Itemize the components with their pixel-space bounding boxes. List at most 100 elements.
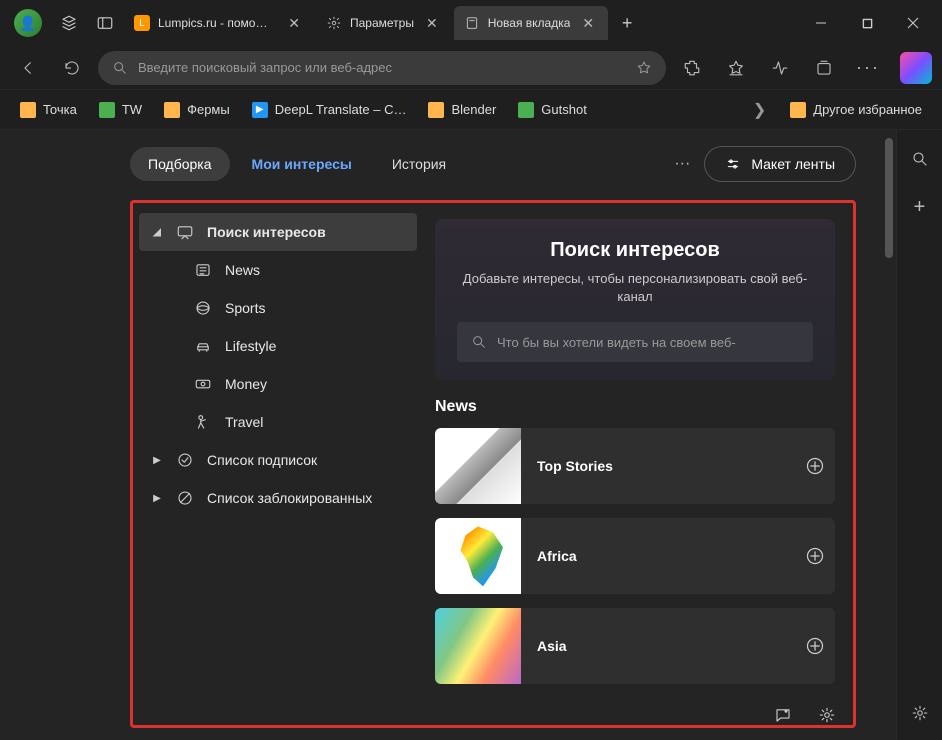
bookmark-deepl[interactable]: ▶DeepL Translate – C…: [244, 97, 415, 123]
card-title: Top Stories: [521, 458, 795, 474]
sidebar-item-travel[interactable]: Travel: [139, 403, 417, 441]
split-tabs-icon[interactable]: [88, 6, 122, 40]
pill-podborka[interactable]: Подборка: [130, 147, 230, 181]
chevron-right-icon: ▶: [151, 455, 163, 466]
tab-settings[interactable]: Параметры ✕: [316, 6, 452, 40]
sidebar-item-blocked[interactable]: ▶ Список заблокированных: [139, 479, 417, 517]
tab-newtab[interactable]: Новая вкладка ✕: [454, 6, 608, 40]
section-title-news: News: [435, 398, 835, 416]
scrollbar[interactable]: [882, 130, 896, 740]
rail-settings-button[interactable]: [905, 698, 935, 728]
sidebar-item-news[interactable]: News: [139, 251, 417, 289]
bookmark-fermy[interactable]: Фермы: [156, 97, 238, 123]
tab-lumpics[interactable]: L Lumpics.ru - помощь с ✕: [124, 6, 314, 40]
feed-layout-button[interactable]: Макет ленты: [704, 146, 856, 182]
bookmark-tw[interactable]: TW: [91, 97, 150, 123]
close-window-button[interactable]: [890, 6, 936, 40]
card-title: Asia: [521, 638, 795, 654]
titlebar: 👤 L Lumpics.ru - помощь с ✕ Параметры ✕ …: [0, 0, 942, 46]
sidebar-item-money[interactable]: Money: [139, 365, 417, 403]
bookmark-gutshot[interactable]: Gutshot: [510, 97, 595, 123]
bookmark-blender[interactable]: Blender: [420, 97, 504, 123]
minimize-button[interactable]: [798, 6, 844, 40]
interest-card-top-stories[interactable]: Top Stories: [435, 428, 835, 504]
copilot-button[interactable]: [900, 52, 932, 84]
pill-interests[interactable]: Мои интересы: [234, 147, 370, 181]
refresh-button[interactable]: [54, 50, 90, 86]
sidebar-item-label: News: [225, 262, 260, 278]
interest-card-africa[interactable]: Africa: [435, 518, 835, 594]
folder-icon: [164, 102, 180, 118]
news-icon: [193, 260, 213, 280]
folder-icon: [428, 102, 444, 118]
chat-bubble-button[interactable]: [768, 700, 798, 730]
browser-sidebar: +: [896, 130, 942, 740]
performance-button[interactable]: [762, 50, 798, 86]
favicon-page-icon: [464, 15, 480, 31]
favorites-button[interactable]: [718, 50, 754, 86]
tab-label: Lumpics.ru - помощь с: [158, 16, 276, 30]
menu-button[interactable]: ···: [850, 50, 886, 86]
deepl-icon: ▶: [252, 102, 268, 118]
address-placeholder: Введите поисковый запрос или веб-адрес: [138, 60, 626, 75]
floating-actions: [768, 700, 842, 730]
feed-more-button[interactable]: ···: [664, 149, 700, 179]
sheets-icon: [99, 102, 115, 118]
sidebar-item-label: Lifestyle: [225, 338, 276, 354]
lifestyle-icon: [193, 336, 213, 356]
pill-history[interactable]: История: [374, 147, 464, 181]
extensions-button[interactable]: [674, 50, 710, 86]
bookmarks-overflow-icon[interactable]: ❯: [743, 96, 776, 124]
bookmark-other[interactable]: Другое избранное: [782, 97, 930, 123]
chevron-right-icon: ▶: [151, 493, 163, 504]
bookmarks-bar: Точка TW Фермы ▶DeepL Translate – C… Ble…: [0, 90, 942, 130]
card-thumb: [435, 428, 521, 504]
check-circle-icon: [175, 450, 195, 470]
sidebar-item-lifestyle[interactable]: Lifestyle: [139, 327, 417, 365]
chevron-down-icon: ◢: [151, 227, 163, 238]
rail-add-button[interactable]: +: [905, 192, 935, 222]
add-interest-button[interactable]: [795, 636, 835, 656]
interest-card-asia[interactable]: Asia: [435, 608, 835, 684]
maximize-button[interactable]: [844, 6, 890, 40]
interests-search-input[interactable]: Что бы вы хотели видеть на своем веб-: [457, 322, 813, 362]
money-icon: [193, 374, 213, 394]
favorite-star-icon[interactable]: [636, 60, 652, 76]
add-interest-button[interactable]: [795, 546, 835, 566]
tab-close-icon[interactable]: ✕: [422, 13, 442, 34]
search-icon: [471, 334, 487, 350]
hero-title: Поиск интересов: [457, 239, 813, 262]
sliders-icon: [725, 156, 741, 172]
rail-search-button[interactable]: [905, 144, 935, 174]
sidebar-item-label: Поиск интересов: [207, 224, 326, 240]
add-interest-button[interactable]: [795, 456, 835, 476]
tab-close-icon[interactable]: ✕: [284, 13, 304, 34]
bookmark-tochka[interactable]: Точка: [12, 97, 85, 123]
workspaces-icon[interactable]: [52, 6, 86, 40]
sheets-icon: [518, 102, 534, 118]
sidebar-item-subscriptions[interactable]: ▶ Список подписок: [139, 441, 417, 479]
sidebar-item-search-interests[interactable]: ◢ Поиск интересов: [139, 213, 417, 251]
interests-sidebar: ◢ Поиск интересов News Sports Lifestyle: [133, 203, 423, 725]
new-tab-button[interactable]: +: [610, 6, 644, 40]
window-controls: [798, 6, 936, 40]
interests-main: Поиск интересов Добавьте интересы, чтобы…: [423, 203, 853, 725]
sports-icon: [193, 298, 213, 318]
sidebar-item-label: Список подписок: [207, 452, 317, 468]
travel-icon: [193, 412, 213, 432]
profile-avatar[interactable]: 👤: [14, 9, 42, 37]
sidebar-item-sports[interactable]: Sports: [139, 289, 417, 327]
page-settings-button[interactable]: [812, 700, 842, 730]
collections-button[interactable]: [806, 50, 842, 86]
back-button[interactable]: [10, 50, 46, 86]
sidebar-item-label: Sports: [225, 300, 265, 316]
card-thumb: [435, 518, 521, 594]
search-placeholder: Что бы вы хотели видеть на своем веб-: [497, 335, 736, 350]
address-bar[interactable]: Введите поисковый запрос или веб-адрес: [98, 51, 666, 85]
content-area: Подборка Мои интересы История ··· Макет …: [0, 130, 942, 740]
tab-label: Параметры: [350, 16, 414, 30]
sidebar-item-label: Список заблокированных: [207, 490, 372, 506]
hero-subtitle: Добавьте интересы, чтобы персонализирова…: [457, 270, 813, 306]
tab-close-icon[interactable]: ✕: [578, 13, 598, 34]
favicon-lumpics-icon: L: [134, 15, 150, 31]
